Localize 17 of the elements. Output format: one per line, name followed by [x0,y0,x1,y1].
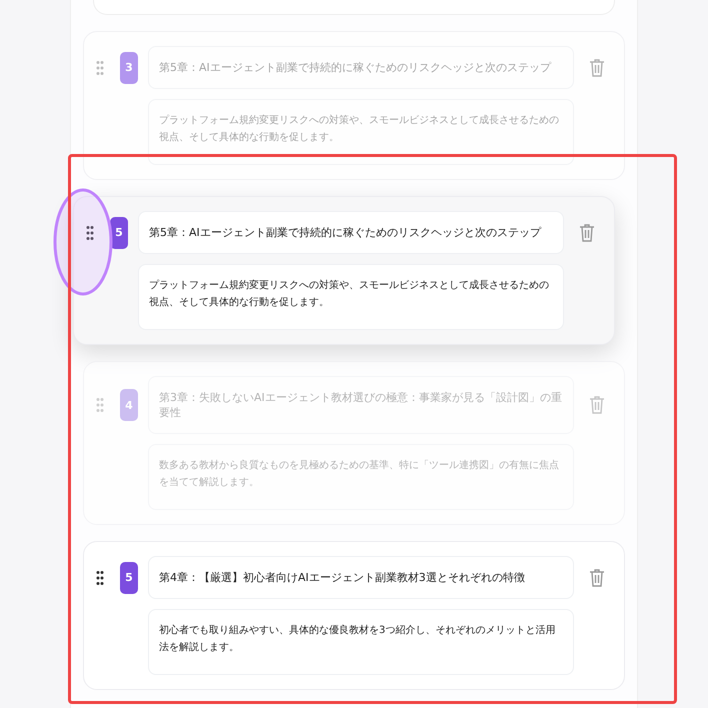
description-field[interactable]: プラットフォーム規約変更リスクへの対策や、スモールビジネスとして成長させるための視点、そして具体的な行動を促します。 [138,264,564,330]
chapter-number: 3 [120,52,138,84]
trash-icon[interactable] [579,222,595,242]
trash-icon[interactable] [589,568,605,588]
description-field[interactable]: 初心者でも取り組みやすい、具体的な優良教材を3つ紹介し、それぞれのメリットと活用法を解説します。 [148,609,574,675]
trash-icon[interactable] [589,58,605,78]
chapter-number: 5 [110,216,128,248]
drag-handle-icon[interactable] [96,60,104,76]
drag-handle-icon[interactable] [96,570,104,586]
drag-handle-icon[interactable] [86,224,94,240]
chapter-number: 4 [120,389,138,421]
title-field[interactable]: 第5章：AIエージェント副業で持続的に稼ぐためのリスクヘッジと次のステップ [138,211,564,254]
drag-cursor-ring-icon [52,187,114,297]
title-field[interactable]: 第4章：【厳選】初心者向けAIエージェント副業教材3選とそれぞれの特徴 [148,556,574,599]
trash-icon[interactable] [589,395,605,415]
chapter-number: 5 [120,562,138,594]
drag-handle-icon[interactable] [96,397,104,413]
